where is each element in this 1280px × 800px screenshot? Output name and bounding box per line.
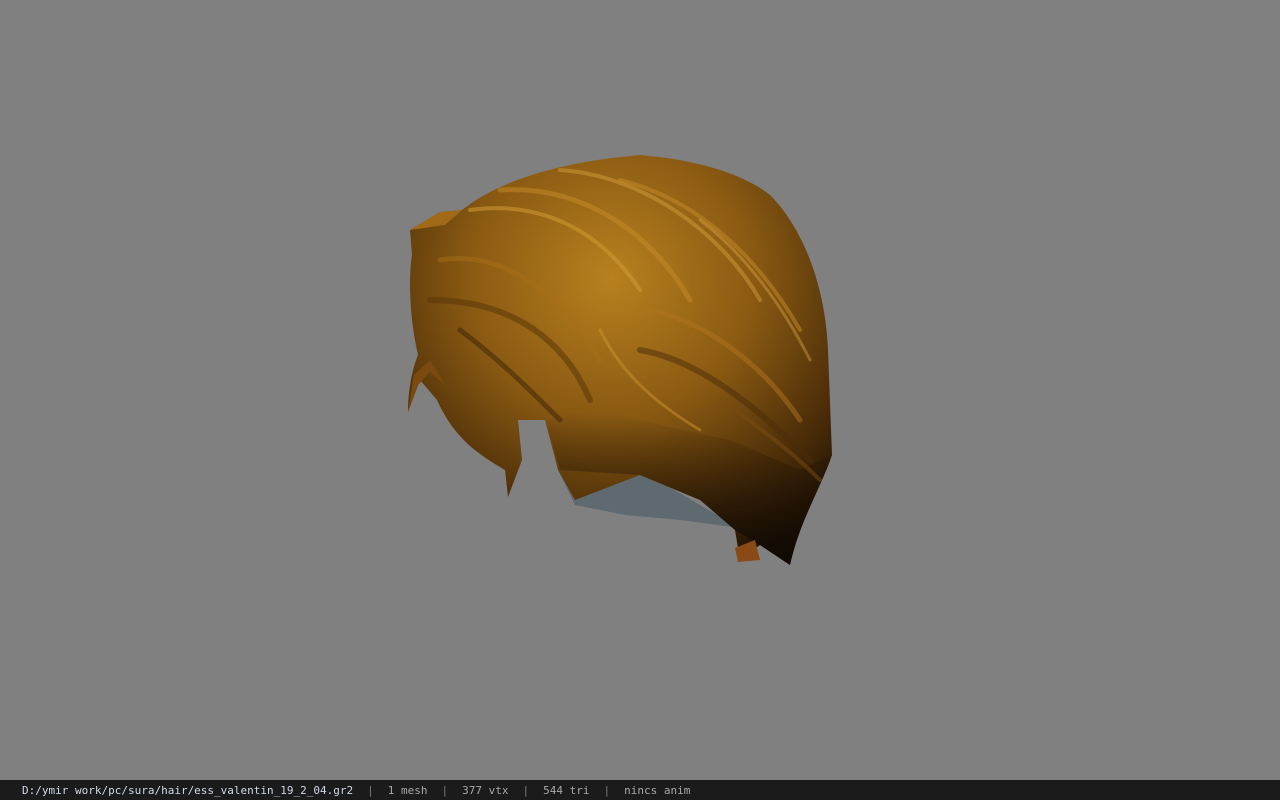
separator: | (441, 783, 449, 797)
file-path: D:/ymir work/pc/sura/hair/ess_valentin_1… (22, 783, 354, 797)
mesh-count: 1 mesh (387, 783, 428, 797)
vertex-count: 377 vtx (462, 783, 509, 797)
separator: | (367, 783, 374, 797)
triangle-count: 544 tri (543, 783, 590, 797)
3d-viewport[interactable] (0, 0, 1280, 780)
status-bar: D:/ymir work/pc/sura/hair/ess_valentin_1… (0, 780, 1280, 800)
hair-model[interactable] (0, 0, 1280, 780)
separator: | (522, 783, 530, 797)
animation-status: nincs anim (624, 783, 691, 797)
separator: | (603, 783, 611, 797)
